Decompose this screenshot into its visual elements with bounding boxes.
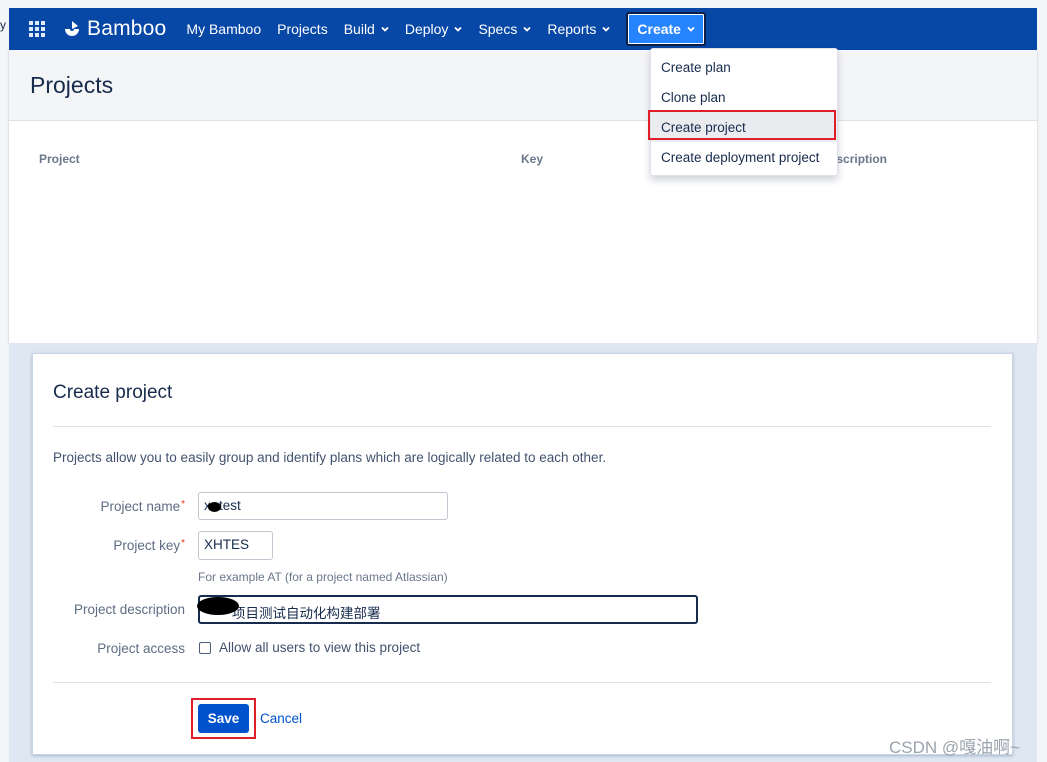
project-name-label-text: Project name (100, 499, 181, 514)
divider (53, 426, 991, 427)
redaction-scribble (197, 597, 239, 615)
column-header-key[interactable]: Key (521, 152, 543, 166)
nav-reports[interactable]: Reports (539, 8, 618, 50)
nav-my-bamboo-label: My Bamboo (186, 21, 262, 37)
project-description-input[interactable]: 项目测试自动化构建部署 (198, 595, 698, 624)
create-button-label: Create (637, 21, 681, 37)
brand-name: Bamboo (87, 17, 167, 40)
create-dropdown-menu: Create plan Clone plan Create project Cr… (650, 48, 838, 176)
chevron-down-icon (602, 26, 611, 32)
project-description-value: 项目测试自动化构建部署 (232, 606, 381, 621)
nav-my-bamboo[interactable]: My Bamboo (178, 8, 269, 50)
app-switcher-icon[interactable] (27, 19, 47, 39)
nav-menu: My Bamboo Projects Build Deploy Specs Re… (178, 8, 706, 50)
project-description-label: Project description (73, 602, 185, 617)
nav-specs[interactable]: Specs (470, 8, 539, 50)
redaction-scribble (208, 502, 221, 512)
bamboo-icon (65, 21, 79, 36)
menu-item-create-deployment-project[interactable]: Create deployment project (651, 142, 837, 172)
bamboo-logo[interactable]: Bamboo (63, 17, 166, 41)
column-header-project[interactable]: Project (39, 152, 80, 166)
required-marker: * (181, 538, 185, 549)
create-project-dialog: Create project Projects allow you to eas… (32, 353, 1013, 755)
nav-build[interactable]: Build (336, 8, 397, 50)
nav-reports-label: Reports (547, 21, 597, 37)
menu-item-create-project[interactable]: Create project (651, 112, 837, 142)
project-name-input[interactable]: x -test (198, 492, 448, 520)
watermark: CSDN @嘎油啊~ (889, 738, 1021, 757)
project-key-hint: For example AT (for a project named Atla… (198, 570, 448, 584)
project-access-label: Project access (97, 641, 185, 656)
page-title: Projects (30, 72, 114, 98)
project-name-label: Project name* (101, 499, 185, 514)
projects-page: Projects Project Key Description (9, 50, 1037, 343)
chevron-down-icon (687, 26, 695, 32)
chevron-down-icon (381, 26, 389, 32)
allow-all-users-checkbox[interactable] (199, 642, 211, 654)
project-key-label-text: Project key (113, 538, 181, 553)
save-button[interactable]: Save (198, 704, 249, 733)
dialog-title: Create project (53, 382, 173, 403)
required-marker: * (181, 499, 185, 510)
create-button[interactable]: Create (626, 12, 706, 46)
page-header: Projects (9, 50, 1037, 121)
project-key-value: XHTES (204, 537, 250, 552)
project-key-input[interactable]: XHTES (198, 531, 273, 560)
nav-specs-label: Specs (478, 21, 518, 37)
dialog-description: Projects allow you to easily group and i… (53, 450, 607, 465)
nav-deploy-label: Deploy (404, 21, 449, 37)
nav-build-label: Build (343, 21, 375, 37)
nav-projects-label: Projects (277, 21, 328, 37)
top-navbar: Bamboo My Bamboo Projects Build Deploy S… (9, 8, 1037, 50)
project-key-label: Project key* (113, 538, 185, 553)
menu-item-create-plan[interactable]: Create plan (651, 52, 837, 82)
chevron-down-icon (454, 26, 463, 32)
nav-projects[interactable]: Projects (269, 8, 336, 50)
allow-all-users-label[interactable]: Allow all users to view this project (219, 640, 420, 655)
cancel-link[interactable]: Cancel (260, 711, 302, 726)
edge-text-fragment: y (0, 18, 6, 32)
divider (53, 682, 991, 683)
nav-deploy[interactable]: Deploy (397, 8, 471, 50)
chevron-down-icon (523, 26, 531, 32)
menu-item-clone-plan[interactable]: Clone plan (651, 82, 837, 112)
